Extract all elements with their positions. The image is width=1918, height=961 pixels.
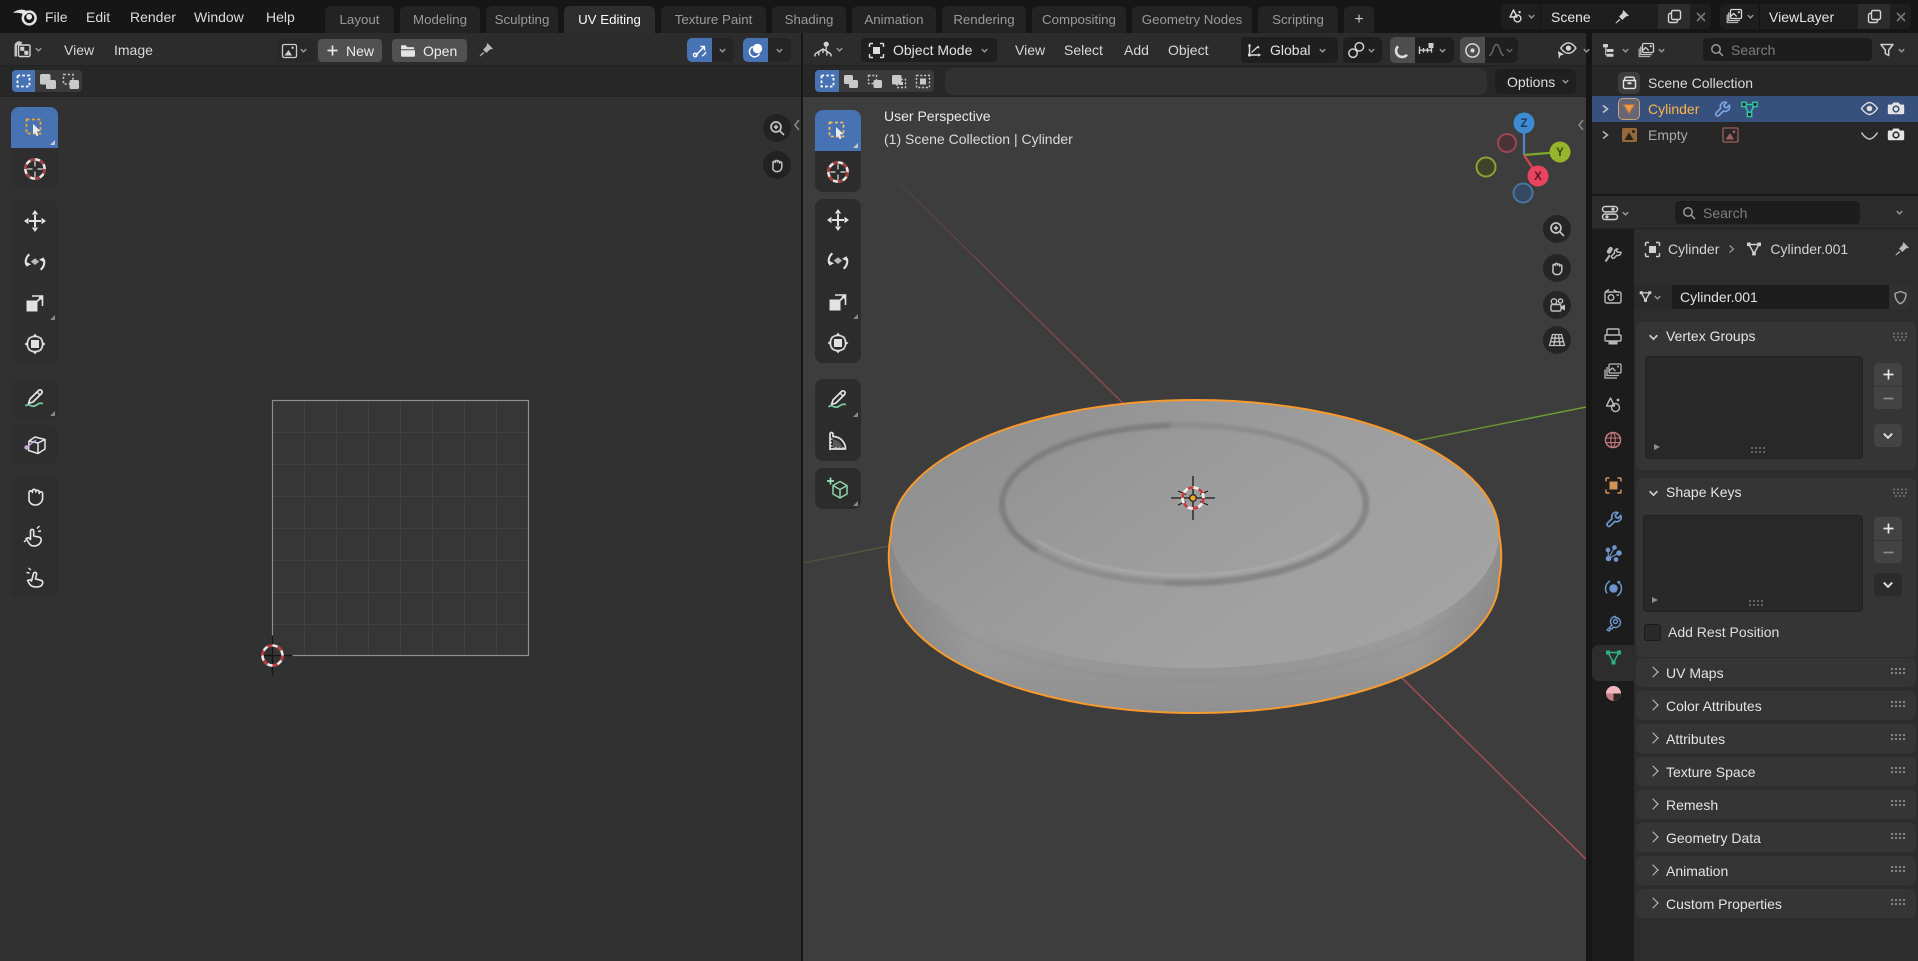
- svg-text:Z: Z: [1520, 118, 1527, 130]
- svg-text:X: X: [1534, 171, 1542, 183]
- svg-text:Y: Y: [1556, 147, 1564, 159]
